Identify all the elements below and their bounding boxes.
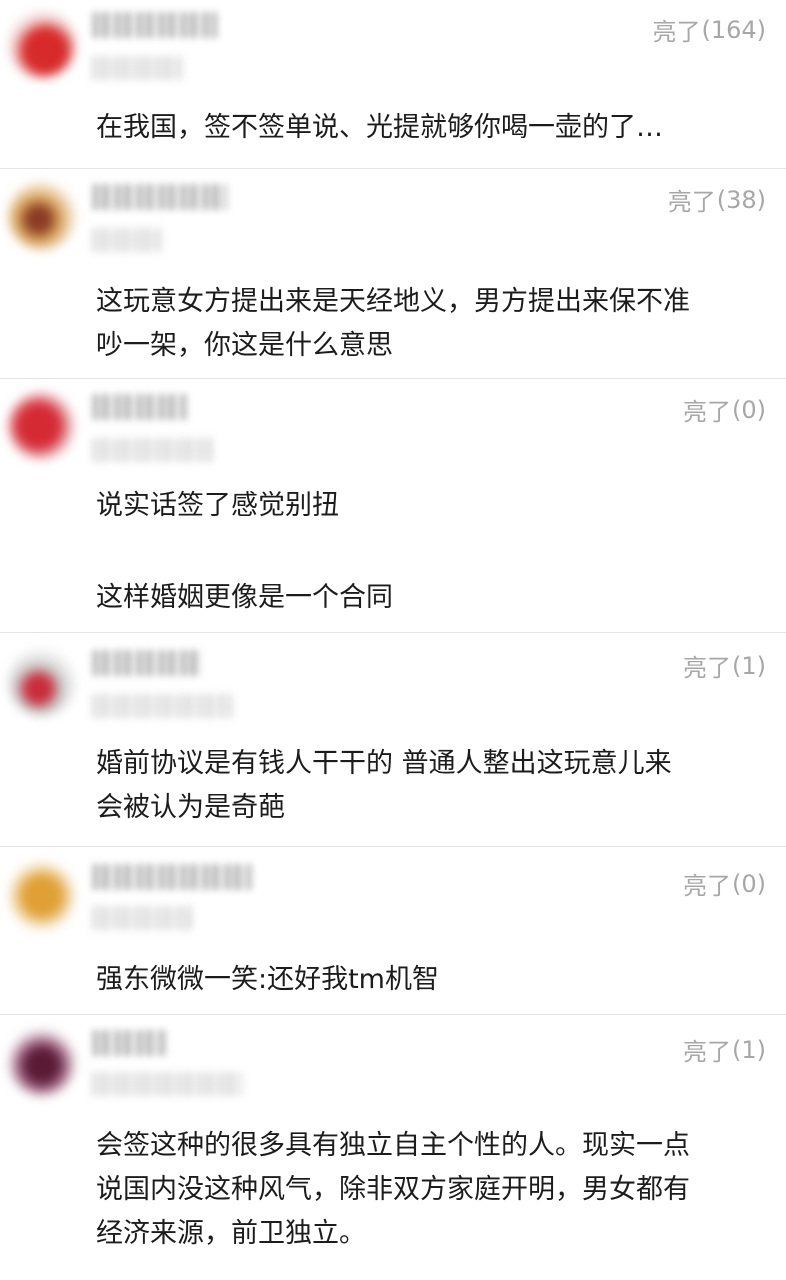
comment-item: 亮了 (164) 在我国，签不签单说、光提就够你喝一壶的了… bbox=[0, 0, 786, 170]
username[interactable] bbox=[92, 650, 202, 676]
like-button[interactable]: 亮了 (1) bbox=[683, 1032, 766, 1067]
comment-line: 婚前协议是有钱人干干的 普通人整出这玩意儿来 bbox=[96, 748, 672, 779]
like-count: (164) bbox=[701, 15, 766, 44]
username[interactable] bbox=[92, 864, 252, 890]
avatar[interactable] bbox=[8, 10, 76, 78]
like-count: (38) bbox=[716, 185, 766, 214]
comment-line: 说国内没这种风气，除非双方家庭开明，男女都有 bbox=[96, 1174, 690, 1205]
comment-text: 强东微微一笑:还好我tm机智 bbox=[96, 958, 766, 1002]
comment-text: 说实话签了感觉别扭 这样婚姻更像是一个合同 bbox=[96, 484, 766, 620]
username[interactable] bbox=[92, 12, 217, 38]
avatar[interactable] bbox=[8, 182, 76, 250]
comment-item: 亮了 (0) 强东微微一笑:还好我tm机智 bbox=[0, 848, 786, 1014]
comment-line: 会被认为是奇葩 bbox=[96, 792, 285, 823]
comment-text: 会签这种的很多具有独立自主个性的人。现实一点 说国内没这种风气，除非双方家庭开明… bbox=[96, 1124, 766, 1256]
user-meta bbox=[92, 906, 192, 930]
comment-item: 亮了 (38) 这玩意女方提出来是天经地义，男方提出来保不准 吵一架，你这是什么意… bbox=[0, 170, 786, 380]
comment-item: 亮了 (1) 婚前协议是有钱人干干的 普通人整出这玩意儿来 会被认为是奇葩 bbox=[0, 634, 786, 848]
like-button[interactable]: 亮了 (38) bbox=[668, 182, 766, 217]
divider bbox=[0, 168, 786, 169]
divider bbox=[0, 1014, 786, 1015]
user-meta bbox=[92, 438, 212, 462]
like-count: (1) bbox=[732, 1035, 766, 1064]
comment-item: 亮了 (0) 说实话签了感觉别扭 这样婚姻更像是一个合同 bbox=[0, 380, 786, 634]
like-label: 亮了 bbox=[683, 654, 731, 682]
comment-text: 在我国，签不签单说、光提就够你喝一壶的了… bbox=[96, 106, 766, 150]
comment-line: 吵一架，你这是什么意思 bbox=[96, 330, 393, 361]
user-meta bbox=[92, 694, 232, 718]
comment-item: 亮了 (1) 会签这种的很多具有独立自主个性的人。现实一点 说国内没这种风气，除非… bbox=[0, 1016, 786, 1280]
user-meta bbox=[92, 228, 162, 252]
like-count: (0) bbox=[732, 395, 766, 424]
like-count: (1) bbox=[732, 651, 766, 680]
like-button[interactable]: 亮了 (0) bbox=[683, 392, 766, 427]
comment-text: 这玩意女方提出来是天经地义，男方提出来保不准 吵一架，你这是什么意思 bbox=[96, 280, 766, 368]
username[interactable] bbox=[92, 394, 187, 420]
divider bbox=[0, 632, 786, 633]
like-label: 亮了 bbox=[683, 398, 731, 426]
like-button[interactable]: 亮了 (0) bbox=[683, 866, 766, 901]
user-meta bbox=[92, 56, 182, 80]
comment-text: 婚前协议是有钱人干干的 普通人整出这玩意儿来 会被认为是奇葩 bbox=[96, 742, 766, 830]
comment-line: 在我国，签不签单说、光提就够你喝一壶的了… bbox=[96, 112, 663, 143]
like-count: (0) bbox=[732, 869, 766, 898]
comment-line: 强东微微一笑:还好我tm机智 bbox=[96, 964, 439, 995]
divider bbox=[0, 846, 786, 847]
like-label: 亮了 bbox=[652, 18, 701, 46]
like-button[interactable]: 亮了 (164) bbox=[652, 12, 766, 47]
like-label: 亮了 bbox=[683, 872, 731, 900]
like-label: 亮了 bbox=[667, 188, 716, 216]
comment-line: 这玩意女方提出来是天经地义，男方提出来保不准 bbox=[96, 286, 690, 317]
avatar[interactable] bbox=[8, 1028, 76, 1096]
like-label: 亮了 bbox=[683, 1038, 731, 1066]
comment-line: 会签这种的很多具有独立自主个性的人。现实一点 bbox=[96, 1130, 690, 1161]
comment-line: 说实话签了感觉别扭 bbox=[96, 490, 339, 521]
user-meta bbox=[92, 1072, 242, 1096]
avatar[interactable] bbox=[8, 648, 76, 716]
avatar[interactable] bbox=[8, 862, 76, 930]
comment-feed: 亮了 (164) 在我国，签不签单说、光提就够你喝一壶的了… 亮了 (38) 这玩意… bbox=[0, 0, 786, 1280]
divider bbox=[0, 378, 786, 379]
avatar[interactable] bbox=[8, 392, 76, 460]
comment-line: 经济来源，前卫独立。 bbox=[96, 1218, 366, 1249]
like-button[interactable]: 亮了 (1) bbox=[683, 648, 766, 683]
username[interactable] bbox=[92, 1030, 167, 1056]
username[interactable] bbox=[92, 184, 227, 210]
comment-line: 这样婚姻更像是一个合同 bbox=[96, 582, 393, 613]
